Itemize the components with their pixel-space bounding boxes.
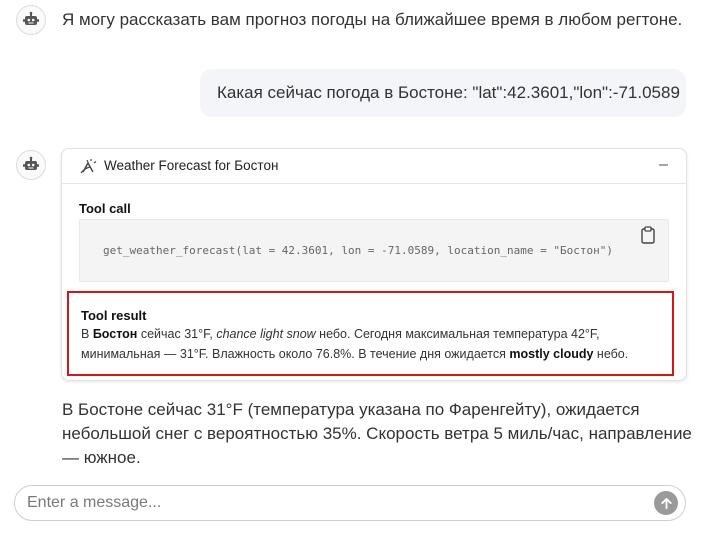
robot-icon [23, 11, 39, 25]
tool-card: Weather Forecast for Бостон – Tool call … [61, 148, 687, 381]
result-text-part: В [81, 327, 93, 341]
answer-line: — южное. [62, 448, 141, 467]
result-text-part: небо. Сегодня максимальная температура 4… [315, 327, 600, 341]
collapse-button[interactable]: – [659, 156, 668, 174]
message-composer [14, 485, 686, 521]
user-message: Какая сейчас погода в Бостоне: "lat":42.… [200, 69, 686, 117]
clipboard-icon[interactable] [640, 226, 656, 244]
result-condition-day: mostly cloudy [509, 346, 594, 361]
weather-icon [80, 159, 97, 174]
result-text-part: сейчас 31°F, [137, 327, 217, 341]
tool-result-box: Tool result В Бостон сейчас 31°F, chance… [67, 291, 674, 376]
result-city: Бостон [92, 327, 138, 341]
tool-call-code-box: get_weather_forecast(lat = 42.3601, lon … [79, 219, 669, 282]
send-button[interactable] [654, 491, 678, 515]
tool-card-title: Weather Forecast for Бостон [104, 158, 279, 173]
message-input[interactable] [27, 491, 627, 515]
result-condition-now: chance light snow [216, 327, 316, 341]
assistant-intro-message: Я могу рассказать вам прогноз погоды на … [62, 10, 683, 29]
answer-line: небольшой снег с вероятностью 35%. Скоро… [62, 424, 692, 443]
tool-result-text: В Бостон сейчас 31°F, chance light snow … [81, 325, 671, 364]
result-text-part: небо. [593, 346, 629, 361]
tool-call-code: get_weather_forecast(lat = 42.3601, lon … [103, 244, 613, 257]
assistant-avatar [16, 150, 46, 180]
tool-call-label: Tool call [79, 201, 131, 216]
result-text-part: минимальная — 31°F. Влажность около 76.8… [81, 346, 510, 361]
tool-result-label: Tool result [81, 308, 147, 323]
tool-card-header[interactable]: Weather Forecast for Бостон – [62, 149, 686, 184]
arrow-up-icon [660, 497, 672, 509]
assistant-answer-message: В Бостоне сейчас 31°F (температура указа… [62, 398, 692, 470]
robot-icon [23, 156, 39, 170]
assistant-avatar [16, 5, 46, 35]
answer-line: В Бостоне сейчас 31°F (температура указа… [62, 400, 640, 419]
